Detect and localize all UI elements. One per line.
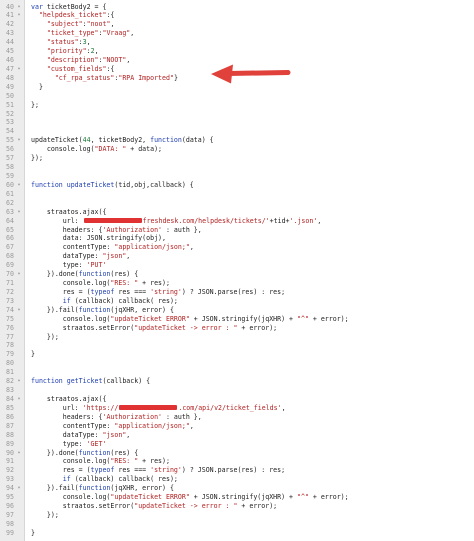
code-editor[interactable]: 40 ▾ var ticketBody2 = {41 ▾ "helpdesk_tick… xyxy=(0,0,474,541)
red-arrow-icon xyxy=(211,64,291,84)
arrow-shape xyxy=(211,64,291,84)
